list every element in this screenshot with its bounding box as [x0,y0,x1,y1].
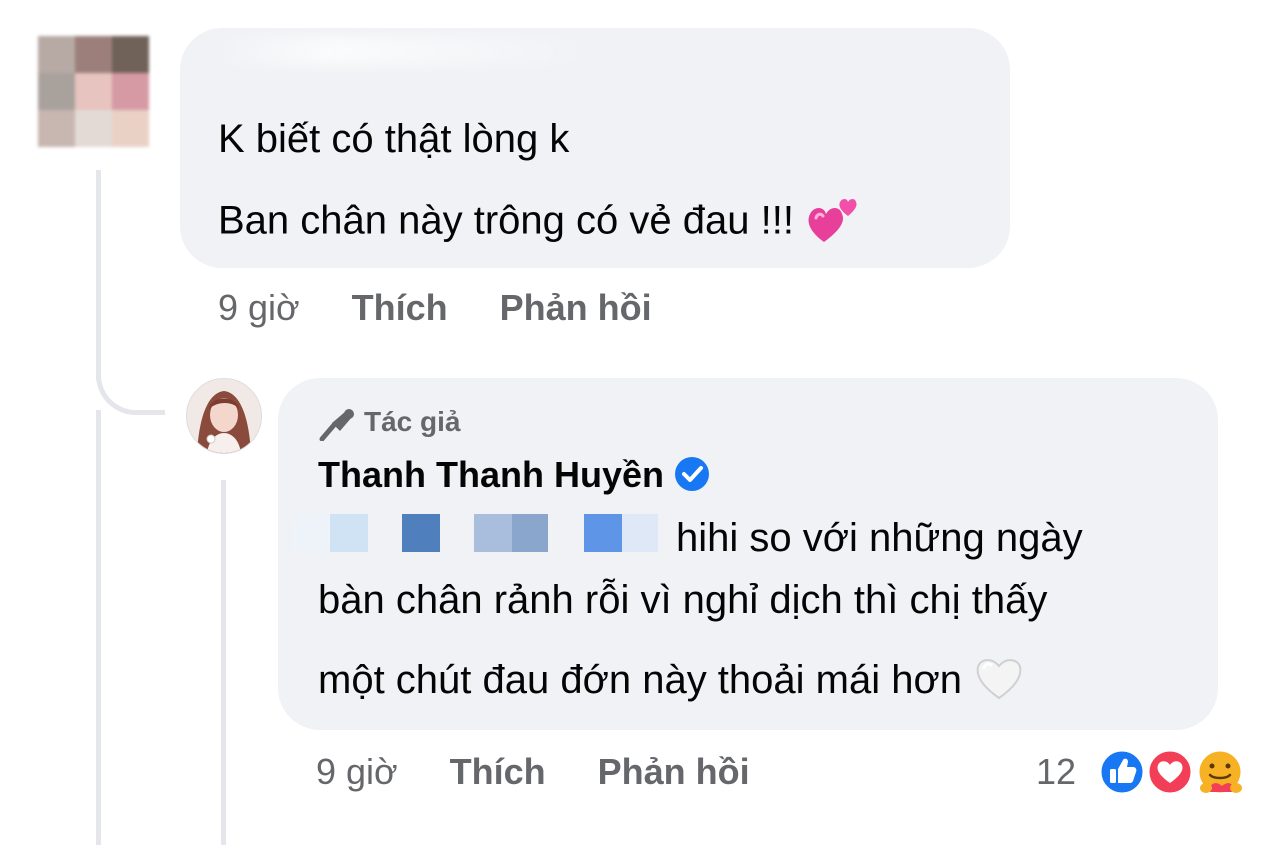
comment-2-text-line-1: hihi so với những ngày [676,516,1083,560]
tagged-name-blurred-5 [512,514,548,552]
tagged-name-blurred-6 [584,514,622,552]
thread-line-reply [221,480,226,845]
comment-2-timestamp[interactable]: 9 giờ [316,751,398,792]
like-icon [1098,748,1146,796]
comment-2-reply-button[interactable]: Phản hồi [598,751,750,792]
tagged-name-blurred-1 [292,514,332,552]
thread-line-main-lower [96,410,101,845]
tagged-name-blurred-4 [474,514,512,552]
comment-1-text-line-2: Ban chân này trông có vẻ đau !!! [218,196,862,250]
reaction-count[interactable]: 12 [1036,752,1076,792]
tagged-name-blurred-7 [622,514,658,552]
comment-2-actions: 9 giờ Thích Phản hồi [316,752,750,792]
comment-1-reply-button[interactable]: Phản hồi [500,287,652,328]
comment-1-timestamp[interactable]: 9 giờ [218,287,300,328]
tagged-name-blurred-3 [402,514,440,552]
care-icon [1196,748,1244,796]
avatar-commenter-blurred[interactable] [38,36,158,148]
comment-1-text-line-2-text: Ban chân này trông có vẻ đau !!! [218,198,794,243]
two-hearts-icon [804,192,862,246]
comment-1-like-button[interactable]: Thích [352,287,448,328]
comment-2-text-line-3: một chút đau đớn này thoải mái hơn [318,658,962,702]
avatar-author[interactable] [186,378,262,454]
thread-line-main [96,170,101,380]
author-name-row: Thanh Thanh Huyền [318,454,710,496]
comment-2-like-button[interactable]: Thích [450,751,546,792]
comment-2-text-line-3-row: một chút đau đớn này thoải mái hơn [318,656,1024,706]
author-tag-label: Tác giả [364,406,461,437]
author-tag: Tác giả [318,405,461,442]
reaction-icons[interactable] [1098,746,1248,798]
tagged-name-blurred-2 [330,514,368,552]
commenter-name-blurred [210,36,610,66]
microphone-icon [318,407,356,442]
comment-2-text-line-2: bàn chân rảnh rỗi vì nghỉ dịch thì chị t… [318,578,1048,622]
comment-1-actions: 9 giờ Thích Phản hồi [218,288,652,328]
white-heart-icon [974,654,1024,702]
comment-1-text-line-1: K biết có thật lòng k [218,117,570,161]
author-name[interactable]: Thanh Thanh Huyền [318,454,664,495]
verified-badge-icon [674,456,710,492]
thread-connector-curve [96,360,165,415]
love-icon [1146,748,1194,796]
